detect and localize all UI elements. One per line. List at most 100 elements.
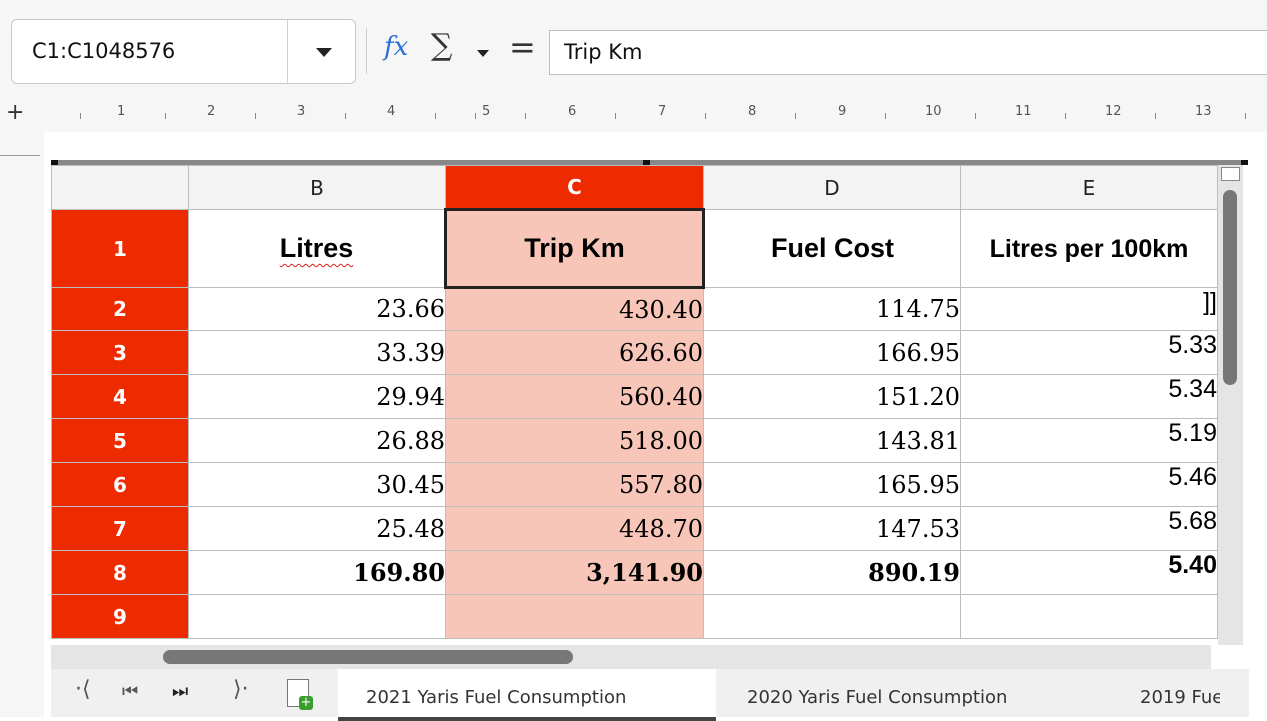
empty-cell[interactable] <box>703 594 961 639</box>
cell-litres-per-100km[interactable]: 5.33 <box>960 330 1218 375</box>
formula-input-text[interactable]: Trip Km <box>564 31 642 74</box>
function-wizard-icon[interactable]: 𝑓x <box>384 32 408 62</box>
cell-litres-per-100km[interactable]: 5.46 <box>960 462 1218 507</box>
cell-fuel-cost[interactable]: 147.53 <box>703 506 961 551</box>
column-header-c[interactable]: C <box>445 165 704 210</box>
cell-trip-km[interactable]: 448.70 <box>445 506 704 551</box>
cell-fuel-cost[interactable]: 166.95 <box>703 330 961 375</box>
cell-litres[interactable]: 29.94 <box>188 374 446 419</box>
row-header[interactable]: 4 <box>51 374 189 419</box>
empty-cell[interactable] <box>445 594 704 639</box>
cell-litres-per-100km[interactable]: ]] <box>960 287 1218 331</box>
cell-grid: B C D E 1 Litres Trip Km Fuel Cost Litre… <box>51 165 1218 639</box>
cell-fuel-cost[interactable]: 165.95 <box>703 462 961 507</box>
last-sheet-icon[interactable]: ⏭ <box>172 681 188 702</box>
scroll-up-button[interactable] <box>1221 167 1240 181</box>
first-sheet-icon[interactable]: ⏮ <box>122 681 138 702</box>
cell-litres[interactable]: 33.39 <box>188 330 446 375</box>
ruler-label: 10 <box>925 104 942 119</box>
formula-input[interactable]: Trip Km <box>549 30 1267 75</box>
vertical-scroll-thumb[interactable] <box>1223 190 1237 385</box>
ruler-label: 8 <box>748 104 757 119</box>
ruler-tick <box>345 113 346 119</box>
ruler-origin-icon: + <box>6 100 25 125</box>
cell-trip-km[interactable]: 557.80 <box>445 462 704 507</box>
header-litres-per-100km-text: Litres per 100km <box>989 234 1189 263</box>
horizontal-scroll-thumb[interactable] <box>163 650 573 664</box>
ruler-tick <box>525 113 526 119</box>
sheet-tab-2020[interactable]: 2020 Yaris Fuel Consumption <box>735 669 1095 717</box>
sheet-tab-2021[interactable]: 2021 Yaris Fuel Consumption <box>338 669 716 721</box>
cell-fuel-cost[interactable]: 151.20 <box>703 374 961 419</box>
cell-litres-per-100km[interactable]: 5.68 <box>960 506 1218 551</box>
scroll-tabs-right-icon[interactable]: ⟩· <box>233 677 249 702</box>
cell-litres-per-100km[interactable]: 5.34 <box>960 374 1218 419</box>
ruler-tick <box>80 113 81 119</box>
ruler-label: 2 <box>207 104 216 119</box>
total-fuel-cost[interactable]: 890.19 <box>703 550 961 595</box>
sheet-tab-2019[interactable]: 2019 Fue <box>1140 669 1220 717</box>
column-header-d[interactable]: D <box>703 165 961 210</box>
ruler-tick <box>1155 113 1156 119</box>
empty-cell[interactable] <box>960 594 1218 639</box>
cell-trip-km[interactable]: 518.00 <box>445 418 704 463</box>
scroll-tabs-left-icon[interactable]: ·⟨ <box>75 677 91 702</box>
cell-litres-per-100km[interactable]: 5.19 <box>960 418 1218 463</box>
add-sheet-plus-icon[interactable]: + <box>299 696 313 710</box>
header-cell-litres[interactable]: Litres <box>188 209 446 288</box>
row-header[interactable]: 9 <box>51 594 189 639</box>
formula-equals-icon[interactable]: = <box>509 28 536 66</box>
cell-litres[interactable]: 30.45 <box>188 462 446 507</box>
row-header[interactable]: 1 <box>51 209 189 288</box>
cell-litres[interactable]: 26.88 <box>188 418 446 463</box>
ruler-label: 5 <box>482 104 491 119</box>
row-header[interactable]: 3 <box>51 330 189 375</box>
name-box-value[interactable]: C1:C1048576 <box>32 20 175 83</box>
total-litres[interactable]: 169.80 <box>188 550 446 595</box>
horizontal-ruler: + 1 2 3 4 5 6 7 8 9 10 11 12 13 <box>0 100 1267 132</box>
cell-litres[interactable]: 25.48 <box>188 506 446 551</box>
name-box-divider <box>287 20 288 83</box>
ruler-tick <box>885 113 886 119</box>
sheet-tab-label: 2020 Yaris Fuel Consumption <box>747 687 1008 708</box>
ruler-tick <box>435 113 436 119</box>
sheet-tab-label: 2021 Yaris Fuel Consumption <box>366 687 627 708</box>
ruler-label: 9 <box>838 104 847 119</box>
ruler-tick <box>795 113 796 119</box>
row-header[interactable]: 7 <box>51 506 189 551</box>
select-all-corner[interactable] <box>51 165 189 210</box>
cell-litres[interactable]: 23.66 <box>188 287 446 331</box>
ruler-label: 6 <box>568 104 577 119</box>
chevron-down-icon[interactable] <box>316 48 332 57</box>
row-header[interactable]: 2 <box>51 287 189 331</box>
header-cell-trip-km[interactable]: Trip Km <box>444 208 705 289</box>
row-header[interactable]: 5 <box>51 418 189 463</box>
ruler-label: 3 <box>297 104 306 119</box>
cell-fuel-cost[interactable]: 114.75 <box>703 287 961 331</box>
cell-trip-km[interactable]: 560.40 <box>445 374 704 419</box>
cell-fuel-cost[interactable]: 143.81 <box>703 418 961 463</box>
total-trip-km[interactable]: 3,141.90 <box>445 550 704 595</box>
column-header-e[interactable]: E <box>960 165 1218 210</box>
total-litres-per-100km[interactable]: 5.40 <box>960 550 1218 595</box>
header-cell-litres-per-100km[interactable]: Litres per 100km <box>960 209 1218 288</box>
empty-cell[interactable] <box>188 594 446 639</box>
ruler-margin-marker[interactable] <box>475 113 476 119</box>
ruler-corner <box>0 140 40 156</box>
ruler-tick <box>1065 113 1066 119</box>
header-cell-fuel-cost[interactable]: Fuel Cost <box>703 209 961 288</box>
sum-icon[interactable]: ∑ <box>431 28 452 63</box>
column-header-b[interactable]: B <box>188 165 446 210</box>
cell-trip-km[interactable]: 626.60 <box>445 330 704 375</box>
ruler-label: 12 <box>1105 104 1122 119</box>
spreadsheet-grid[interactable]: B C D E 1 Litres Trip Km Fuel Cost Litre… <box>51 165 1249 717</box>
ruler-label: 7 <box>658 104 667 119</box>
ruler-tick <box>975 113 976 119</box>
row-header[interactable]: 6 <box>51 462 189 507</box>
ruler-label: 13 <box>1195 104 1212 119</box>
sum-dropdown-icon[interactable] <box>477 50 489 57</box>
row-header[interactable]: 8 <box>51 550 189 595</box>
cell-trip-km[interactable]: 430.40 <box>445 287 704 331</box>
ruler-label: 11 <box>1015 104 1032 119</box>
name-box[interactable]: C1:C1048576 <box>11 19 356 84</box>
